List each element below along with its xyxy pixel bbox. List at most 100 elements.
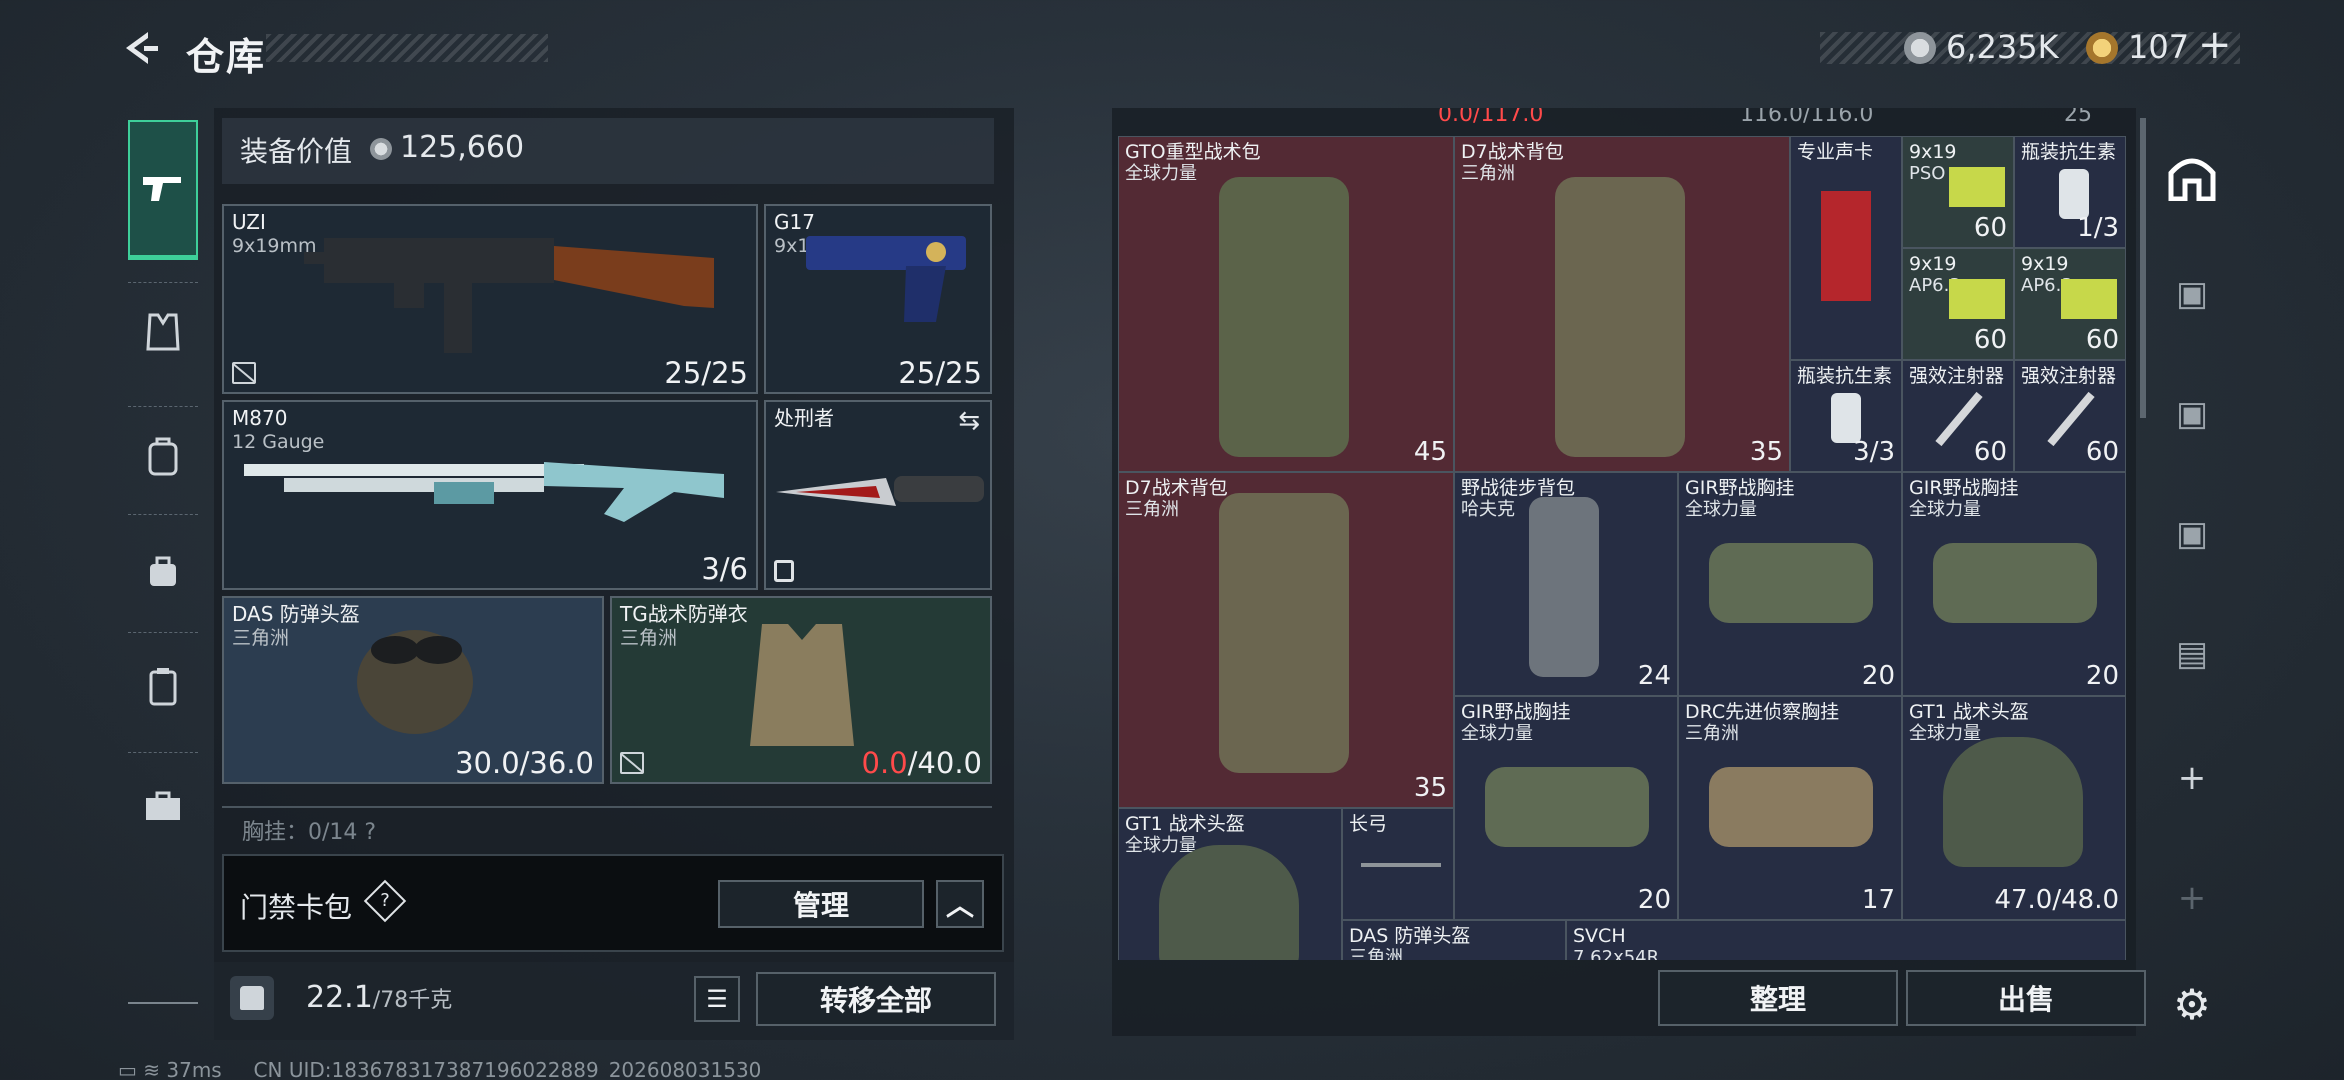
storage-item[interactable]: 长弓 xyxy=(1342,808,1454,920)
storage-item[interactable]: D7战术背包 三角洲 35 xyxy=(1118,472,1454,808)
storage-item[interactable]: SVCH 7.62x54R xyxy=(1566,920,2126,960)
chest-rig-image xyxy=(1933,543,2097,623)
storage-item[interactable]: 专业声卡 xyxy=(1790,136,1902,360)
armor-durability: 0.0/40.0 xyxy=(862,746,982,780)
storage-scrollbar[interactable] xyxy=(2140,118,2146,418)
item-origin: PSO xyxy=(1909,163,1946,184)
m870-image xyxy=(244,462,724,522)
g17-image xyxy=(806,236,966,322)
melee-slot[interactable]: 处刑者 ⇆ xyxy=(764,400,992,590)
tab-storage-home[interactable] xyxy=(2162,148,2222,208)
add-storage-button-disabled: + xyxy=(2162,868,2222,928)
storage-item[interactable]: DRC先进侦察胸挂 三角洲 17 xyxy=(1678,696,1902,920)
tab-chest-rig[interactable] xyxy=(128,292,198,372)
bag-icon xyxy=(150,556,176,586)
item-count: 45 xyxy=(1413,437,1447,467)
page-title: 仓库 xyxy=(186,35,267,79)
storage-item[interactable]: 强效注射器 60 xyxy=(1902,360,2014,472)
tab-case[interactable] xyxy=(128,646,198,726)
left-category-sidebar xyxy=(118,106,210,1006)
chest-rig-row[interactable]: 胸挂：0/14 ? xyxy=(222,806,992,845)
premium-coin-icon xyxy=(2086,32,2118,64)
status-bar: ▭ ≋ 37ms CN UID:1836783173871960228​89_2… xyxy=(118,1058,762,1080)
add-icon: + xyxy=(2177,758,2207,798)
armor-durability-current: 0.0 xyxy=(861,746,908,780)
item-count: 17 xyxy=(1861,885,1895,915)
helmet-name: DAS 防弹头盔 xyxy=(232,602,360,626)
ammo-box-image xyxy=(1949,167,2005,207)
tab-toolbox[interactable] xyxy=(128,766,198,846)
transfer-all-button[interactable]: 转移全部 xyxy=(756,972,996,1026)
item-count: 20 xyxy=(2085,661,2119,691)
tab-bag[interactable] xyxy=(128,530,198,610)
item-name: 野战徒步背包 xyxy=(1461,477,1576,499)
helmet-origin: 三角洲 xyxy=(232,627,290,649)
helmet-durability: 30.0/36.0 xyxy=(455,746,594,780)
item-name: 9x19 xyxy=(1909,141,1957,163)
secondary-weapon-slot[interactable]: M870 12 Gauge 3/6 xyxy=(222,400,758,590)
longbow-image xyxy=(1361,863,1441,867)
storage-iv-icon: ▣ xyxy=(2175,274,2209,314)
gear-icon: ⚙ xyxy=(2173,979,2211,1029)
item-count: 3/3 xyxy=(1853,437,1895,467)
swap-icon[interactable]: ⇆ xyxy=(958,406,980,436)
item-name: GIR野战胸挂 xyxy=(1461,701,1571,723)
storage-item[interactable]: D7战术背包 三角洲 35 xyxy=(1454,136,1790,472)
tab-storage-iii[interactable]: ▣ xyxy=(2162,384,2222,444)
storage-item[interactable]: GTO重型战术包 全球力量 45 xyxy=(1118,136,1454,472)
storage-item[interactable]: GIR野战胸挂 全球力量 20 xyxy=(1678,472,1902,696)
weight-value: 22.1/78千克 xyxy=(306,980,452,1015)
helmet-image xyxy=(1943,737,2083,867)
currency-coin-amount: 6,235K xyxy=(1946,28,2059,66)
item-count: 24 xyxy=(1637,661,1671,691)
manage-button[interactable]: 管理 xyxy=(718,880,924,928)
armor-name: TG战术防弹衣 xyxy=(620,602,748,626)
back-arrow-icon[interactable] xyxy=(118,26,162,70)
add-currency-button[interactable]: + xyxy=(2198,22,2232,68)
storage-item[interactable]: GIR野战胸挂 全球力量 20 xyxy=(1454,696,1678,920)
pistol-slot[interactable]: G17 9x19mm 25/25 xyxy=(764,204,992,394)
armor-slot[interactable]: TG战术防弹衣 三角洲 0.0/40.0 xyxy=(610,596,992,784)
storage-item[interactable]: 9x19 PSO 60 xyxy=(1902,136,2014,248)
storage-item[interactable]: 野战徒步背包 哈夫克 24 xyxy=(1454,472,1678,696)
coin-icon xyxy=(370,138,392,160)
tab-weapons[interactable] xyxy=(128,120,198,260)
storage-item[interactable]: 9x19 AP6.3 60 xyxy=(1902,248,2014,360)
coin-icon xyxy=(1904,32,1936,64)
primary-weapon-slot[interactable]: UZI 9x19mm 25/25 xyxy=(222,204,758,394)
settings-button[interactable]: ⚙ xyxy=(2162,974,2222,1034)
storage-grid: GTO重型战术包 全球力量 45 D7战术背包 三角洲 35 专业声卡 9x19 PS… xyxy=(1118,108,2132,960)
weapon-caliber: 12 Gauge xyxy=(232,431,325,453)
storage-home-icon xyxy=(2168,158,2216,201)
add-storage-button[interactable]: + xyxy=(2162,748,2222,808)
lock-icon xyxy=(774,560,794,582)
chest-rig-image xyxy=(1709,543,1873,623)
storage-item[interactable]: 9x19 AP6.3 60 xyxy=(2014,248,2126,360)
item-origin: 三角洲 xyxy=(1349,947,1403,960)
storage-item[interactable]: GT1 战术头盔 全球力量 47.0/48.0 xyxy=(1902,696,2126,920)
storage-item[interactable]: 瓶装抗生素 3/3 xyxy=(1790,360,1902,472)
storage-item[interactable]: DAS 防弹头盔 三角洲 xyxy=(1342,920,1566,960)
weapon-ammo: 25/25 xyxy=(664,356,748,390)
storage-item[interactable]: 瓶装抗生素 1/3 xyxy=(2014,136,2126,248)
storage-item[interactable]: GIR野战胸挂 全球力量 20 xyxy=(1902,472,2126,696)
item-origin: 哈夫克 xyxy=(1461,499,1515,520)
list-view-icon[interactable]: ☰ xyxy=(694,976,740,1022)
antibiotic-image xyxy=(1831,393,1861,443)
storage-item[interactable]: GT1 战术头盔 全球力量 xyxy=(1118,808,1342,960)
sort-button[interactable]: 整理 xyxy=(1658,970,1898,1026)
tab-backpack[interactable] xyxy=(128,416,198,496)
tab-storage-ii[interactable]: ▣ xyxy=(2162,504,2222,564)
helmet-slot[interactable]: DAS 防弹头盔 三角洲 30.0/36.0 xyxy=(222,596,604,784)
weight-current: 22.1 xyxy=(306,980,373,1015)
chest-rig-icon xyxy=(149,668,177,706)
tab-storage-iv[interactable]: ▣ xyxy=(2162,264,2222,324)
sound-card-image xyxy=(1821,191,1871,301)
item-origin: 全球力量 xyxy=(1461,723,1533,744)
sell-button[interactable]: 出售 xyxy=(1906,970,2146,1026)
collapse-chevron-icon[interactable]: ︿ xyxy=(936,880,984,928)
help-glyph: ? xyxy=(380,890,390,911)
tab-storage-iv-folder[interactable]: ▤ xyxy=(2162,624,2222,684)
item-count: 20 xyxy=(1637,885,1671,915)
storage-item[interactable]: 强效注射器 60 xyxy=(2014,360,2126,472)
